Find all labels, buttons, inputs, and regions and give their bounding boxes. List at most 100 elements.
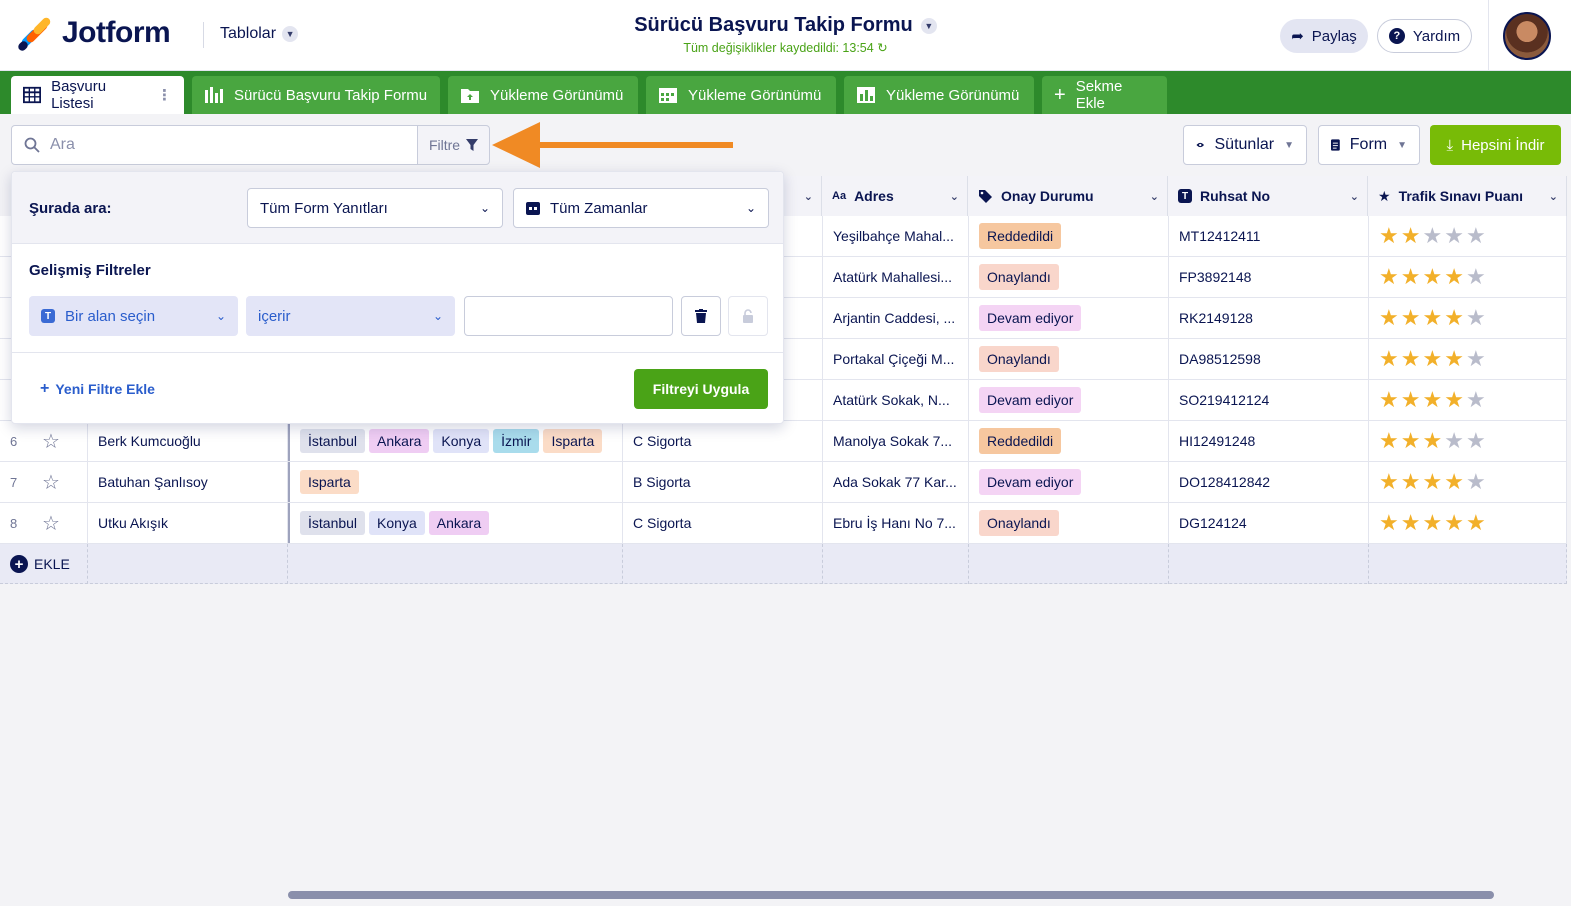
star-outline-icon[interactable]: ☆ [42,429,60,454]
insurance-cell[interactable]: B Sigorta [623,462,823,502]
star-filled-icon[interactable]: ★ [1401,225,1421,247]
address-cell[interactable]: Manolya Sokak 7... [823,421,969,461]
rating-cell[interactable]: ★ ★ ★ ★ ★ [1369,257,1567,297]
address-cell[interactable]: Arjantin Caddesi, ... [823,298,969,338]
help-button[interactable]: ? Yardım [1377,19,1472,53]
star-empty-icon[interactable]: ★ [1422,225,1442,247]
tab-upload-view-2[interactable]: Yükleme Görünümü [646,76,836,114]
tab-upload-view-3[interactable]: Yükleme Görünümü [844,76,1034,114]
star-filled-icon[interactable]: ★ [1444,307,1464,329]
status-cell[interactable]: Devam ediyor [969,380,1169,420]
star-outline-icon[interactable]: ☆ [42,511,60,536]
rating-cell[interactable]: ★ ★ ★ ★ ★ [1369,339,1567,379]
form-title[interactable]: Sürücü Başvuru Takip Formu ▼ [634,14,937,37]
status-cell[interactable]: Reddedildi [969,216,1169,256]
tab-basvuru-listesi[interactable]: Başvuru Listesi ⋮ [11,76,184,114]
star-filled-icon[interactable]: ★ [1379,225,1399,247]
add-filter-button[interactable]: + Yeni Filtre Ekle [40,380,155,398]
name-cell[interactable]: Batuhan Şanlısoy [88,462,288,502]
insurance-cell[interactable]: C Sigorta [623,421,823,461]
star-filled-icon[interactable]: ★ [1379,307,1399,329]
table-row[interactable]: 8 ☆ Utku Akışık İstanbul Konya Ankara C Sigort… [0,503,1567,544]
star-filled-icon[interactable]: ★ [1422,348,1442,370]
star-filled-icon[interactable]: ★ [1466,512,1486,534]
row-number-cell[interactable]: 7 ☆ [0,462,88,502]
star-rating[interactable]: ★ ★ ★ ★ ★ [1379,471,1486,493]
filter-button[interactable]: Filtre [417,125,490,165]
star-empty-icon[interactable]: ★ [1466,225,1486,247]
delete-filter-button[interactable] [681,296,721,336]
operator-select[interactable]: içerir ⌄ [246,296,455,336]
license-cell[interactable]: DA98512598 [1169,339,1369,379]
star-filled-icon[interactable]: ★ [1444,512,1464,534]
status-cell[interactable]: Onaylandı [969,503,1169,543]
rating-cell[interactable]: ★ ★ ★ ★ ★ [1369,380,1567,420]
star-filled-icon[interactable]: ★ [1422,471,1442,493]
star-empty-icon[interactable]: ★ [1466,307,1486,329]
address-cell[interactable]: Yeşilbahçe Mahal... [823,216,969,256]
name-cell[interactable]: Berk Kumcuoğlu [88,421,288,461]
license-cell[interactable]: DG124124 [1169,503,1369,543]
star-filled-icon[interactable]: ★ [1379,430,1399,452]
field-select[interactable]: T Bir alan seçin ⌄ [29,296,238,336]
star-filled-icon[interactable]: ★ [1401,430,1421,452]
star-filled-icon[interactable]: ★ [1444,348,1464,370]
star-filled-icon[interactable]: ★ [1401,471,1421,493]
table-row[interactable]: 6 ☆ Berk Kumcuoğlu İstanbul Ankara Konya İzmir… [0,421,1567,462]
status-cell[interactable]: Onaylandı [969,257,1169,297]
star-filled-icon[interactable]: ★ [1379,471,1399,493]
rating-cell[interactable]: ★ ★ ★ ★ ★ [1369,216,1567,256]
rating-cell[interactable]: ★ ★ ★ ★ ★ [1369,503,1567,543]
cities-cell[interactable]: İstanbul Konya Ankara [288,503,623,543]
search-input[interactable]: Ara [11,125,418,165]
license-cell[interactable]: FP3892148 [1169,257,1369,297]
star-filled-icon[interactable]: ★ [1401,348,1421,370]
address-cell[interactable]: Ebru İş Hanı No 7... [823,503,969,543]
rating-cell[interactable]: ★ ★ ★ ★ ★ [1369,421,1567,461]
star-rating[interactable]: ★ ★ ★ ★ ★ [1379,266,1486,288]
status-cell[interactable]: Devam ediyor [969,298,1169,338]
form-button[interactable]: Form ▼ [1318,125,1420,165]
star-filled-icon[interactable]: ★ [1379,389,1399,411]
status-cell[interactable]: Reddedildi [969,421,1169,461]
filter-value-input[interactable] [464,296,673,336]
star-empty-icon[interactable]: ★ [1444,225,1464,247]
license-cell[interactable]: HI12491248 [1169,421,1369,461]
star-rating[interactable]: ★ ★ ★ ★ ★ [1379,307,1486,329]
column-header-ruhsat-no[interactable]: T Ruhsat No ⌄ [1168,176,1368,216]
row-number-cell[interactable]: 8 ☆ [0,503,88,543]
column-header-partial[interactable]: ⌄ [784,176,822,216]
star-rating[interactable]: ★ ★ ★ ★ ★ [1379,512,1486,534]
address-cell[interactable]: Portakal Çiçeği M... [823,339,969,379]
star-filled-icon[interactable]: ★ [1422,266,1442,288]
row-number-cell[interactable]: 6 ☆ [0,421,88,461]
license-cell[interactable]: DO128412842 [1169,462,1369,502]
column-header-adres[interactable]: Aa Adres ⌄ [822,176,968,216]
tab-add[interactable]: + Sekme Ekle [1042,76,1167,114]
star-filled-icon[interactable]: ★ [1401,307,1421,329]
address-cell[interactable]: Atatürk Sokak, N... [823,380,969,420]
license-cell[interactable]: MT12412411 [1169,216,1369,256]
status-cell[interactable]: Onaylandı [969,339,1169,379]
cities-cell[interactable]: İstanbul Ankara Konya İzmir Isparta [288,421,623,461]
avatar[interactable] [1503,12,1551,60]
star-filled-icon[interactable]: ★ [1401,389,1421,411]
columns-button[interactable]: Sütunlar ▼ [1183,125,1307,165]
star-filled-icon[interactable]: ★ [1422,389,1442,411]
star-empty-icon[interactable]: ★ [1466,389,1486,411]
star-filled-icon[interactable]: ★ [1401,512,1421,534]
horizontal-scrollbar[interactable] [288,891,1494,899]
license-cell[interactable]: SO219412124 [1169,380,1369,420]
cities-cell[interactable]: Isparta [288,462,623,502]
table-row[interactable]: 7 ☆ Batuhan Şanlısoy Isparta B Sigorta Ada So… [0,462,1567,503]
star-filled-icon[interactable]: ★ [1444,266,1464,288]
star-empty-icon[interactable]: ★ [1466,471,1486,493]
star-outline-icon[interactable]: ☆ [42,470,60,495]
star-filled-icon[interactable]: ★ [1422,512,1442,534]
star-empty-icon[interactable]: ★ [1466,348,1486,370]
star-empty-icon[interactable]: ★ [1444,430,1464,452]
name-cell[interactable]: Utku Akışık [88,503,288,543]
star-filled-icon[interactable]: ★ [1444,471,1464,493]
scope-select[interactable]: Tüm Form Yanıtları ⌄ [247,188,503,228]
share-button[interactable]: ➦ Paylaş [1280,19,1368,53]
